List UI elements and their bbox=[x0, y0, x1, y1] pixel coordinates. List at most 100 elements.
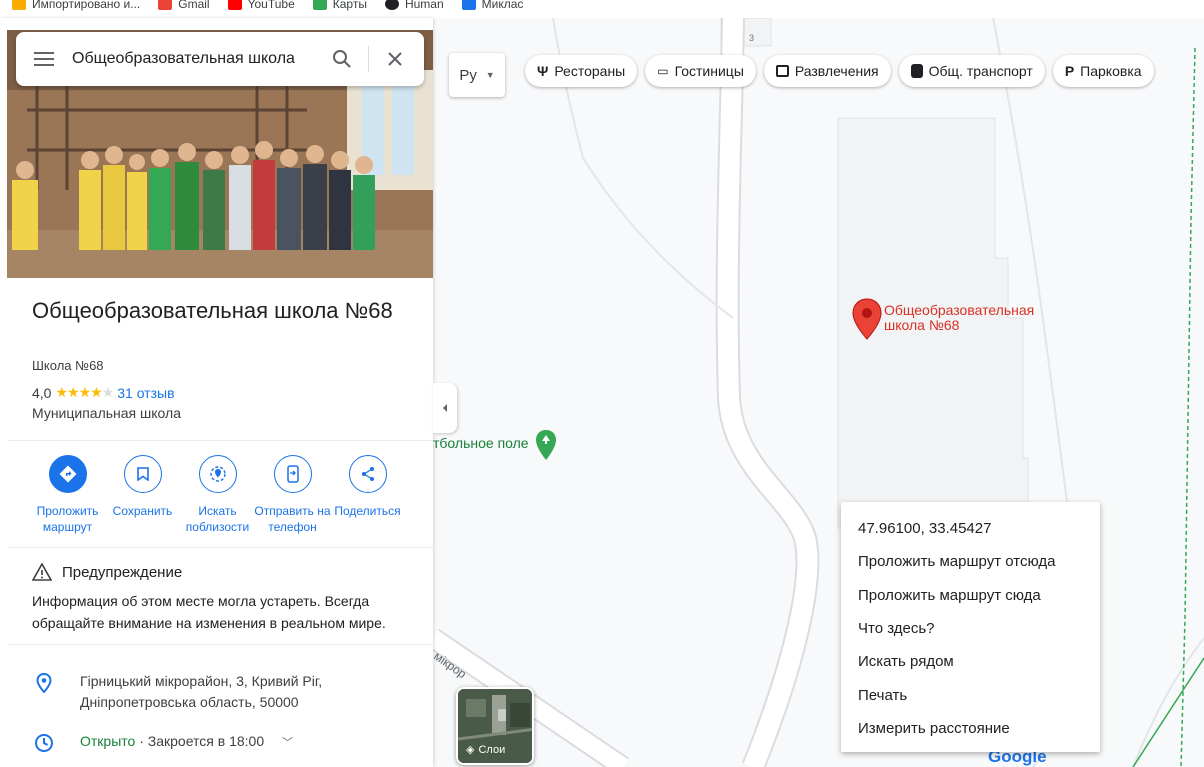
miklas-icon bbox=[461, 0, 476, 10]
layers-label-row: ◈ Слои bbox=[466, 743, 506, 757]
send-to-phone-label: Отправить на телефон bbox=[254, 504, 331, 534]
search-input[interactable] bbox=[72, 44, 322, 74]
clear-search-button[interactable] bbox=[375, 39, 415, 79]
bookmark-icon bbox=[136, 467, 149, 481]
nearby-button[interactable]: Искать поблизости bbox=[180, 455, 255, 535]
directions-button[interactable]: Проложить маршрут bbox=[30, 455, 105, 535]
map-type-label: Ру bbox=[459, 66, 477, 84]
save-button[interactable]: Сохранить bbox=[105, 455, 180, 535]
folder-icon bbox=[12, 0, 26, 10]
context-coords[interactable]: 47.96100, 33.45427 bbox=[841, 512, 1100, 545]
map-category-chips: Ру ▼ Ψ Рестораны ▭ Гостиницы Развлечения О… bbox=[449, 45, 1154, 97]
bookmark-human[interactable]: Human bbox=[384, 0, 444, 13]
place-marker-icon[interactable] bbox=[852, 298, 882, 340]
save-label: Сохранить bbox=[112, 504, 173, 518]
nearby-icon bbox=[209, 466, 226, 482]
bookmarks-bar: Импортировано и... Gmail YouTube Карты H… bbox=[0, 0, 1204, 18]
search-divider bbox=[368, 46, 369, 72]
rating-row: 4,0 ★★★★★ 31 отзыв bbox=[32, 384, 175, 401]
chip-hotels[interactable]: ▭ Гостиницы bbox=[645, 55, 756, 87]
caret-down-icon: ▼ bbox=[485, 70, 495, 80]
rating-value: 4,0 bbox=[32, 384, 52, 401]
send-to-phone-circle bbox=[273, 455, 312, 493]
hours-detail: · Закроется в 18:00 bbox=[135, 733, 265, 749]
hamburger-icon bbox=[34, 52, 54, 66]
chevron-down-icon[interactable]: ﹀ bbox=[282, 737, 293, 749]
warning-title: Предупреждение bbox=[62, 563, 183, 581]
share-button[interactable]: Поделиться bbox=[330, 455, 405, 535]
address-line2: Дніпропетровська область, 50000 bbox=[80, 694, 299, 710]
place-title: Общеобразовательная школа №68 bbox=[32, 298, 393, 323]
search-box bbox=[16, 32, 424, 86]
context-route-from[interactable]: Проложить маршрут отсюда bbox=[841, 545, 1100, 578]
chip-restaurants[interactable]: Ψ Рестораны bbox=[525, 55, 638, 87]
bookmark-maps[interactable]: Карты bbox=[312, 0, 367, 13]
chevron-left-icon bbox=[443, 404, 447, 412]
divider bbox=[8, 440, 433, 441]
collapse-panel-button[interactable] bbox=[433, 383, 457, 433]
hours-status: Открыто bbox=[80, 733, 136, 749]
bookmark-imported[interactable]: Импортировано и... bbox=[12, 0, 140, 13]
context-print[interactable]: Печать bbox=[841, 678, 1100, 711]
chip-entertainment[interactable]: Развлечения bbox=[763, 55, 891, 87]
context-search-nearby[interactable]: Искать рядом bbox=[841, 645, 1100, 678]
clock-icon bbox=[32, 731, 56, 755]
place-category[interactable]: Муниципальная школа bbox=[32, 405, 181, 421]
bookmark-youtube[interactable]: YouTube bbox=[227, 0, 295, 13]
park-marker-icon[interactable] bbox=[535, 429, 557, 461]
address-row[interactable]: Гірницький мікрорайон, 3, Кривий Ріг, Дн… bbox=[32, 671, 322, 713]
transit-icon bbox=[910, 64, 923, 78]
nearby-circle bbox=[198, 455, 237, 493]
bookmark-gmail[interactable]: Gmail bbox=[158, 0, 210, 13]
layers-button[interactable]: ◈ Слои bbox=[456, 687, 534, 765]
map-context-menu: 47.96100, 33.45427 Проложить маршрут отс… bbox=[841, 502, 1100, 752]
hours-row[interactable]: Открыто · Закроется в 18:00 ﹀ bbox=[32, 731, 293, 755]
save-circle bbox=[123, 455, 162, 493]
menu-button[interactable] bbox=[16, 32, 72, 86]
send-to-phone-icon bbox=[286, 465, 299, 483]
youtube-icon bbox=[227, 0, 242, 10]
share-icon bbox=[361, 467, 374, 481]
address-line1: Гірницький мікрорайон, 3, Кривий Ріг, bbox=[80, 673, 323, 689]
location-pin-icon bbox=[32, 671, 56, 695]
hours-text: Открыто · Закроется в 18:00 ﹀ bbox=[80, 731, 293, 754]
context-route-to[interactable]: Проложить маршрут сюда bbox=[841, 579, 1100, 612]
restaurant-icon: Ψ bbox=[537, 63, 549, 79]
place-subtitle: Школа №68 bbox=[32, 358, 104, 373]
warning-icon bbox=[32, 563, 52, 581]
share-label: Поделиться bbox=[334, 504, 401, 518]
directions-icon bbox=[59, 465, 76, 483]
camera-icon bbox=[775, 65, 789, 77]
send-to-phone-button[interactable]: Отправить на телефон bbox=[254, 455, 331, 535]
divider bbox=[8, 547, 433, 548]
directions-label: Проложить маршрут bbox=[36, 504, 99, 534]
share-circle bbox=[348, 455, 387, 493]
warning-text: Информация об этом месте могла устареть.… bbox=[32, 593, 386, 631]
human-icon bbox=[384, 0, 399, 10]
building-number: 3 bbox=[749, 33, 754, 43]
place-panel: Общеобразовательная школа №68 Школа №68 … bbox=[0, 18, 433, 767]
address-text: Гірницький мікрорайон, 3, Кривий Ріг, Дн… bbox=[80, 671, 322, 713]
nearby-label: Искать поблизости bbox=[185, 504, 250, 534]
warning-header: Предупреждение bbox=[32, 563, 182, 581]
action-buttons: Проложить маршрут Сохранить Искать побли… bbox=[30, 455, 405, 535]
maps-icon bbox=[312, 0, 327, 10]
chip-parking[interactable]: P Парковка bbox=[1052, 55, 1154, 87]
layers-icon: ◈ bbox=[466, 744, 475, 756]
hotel-icon: ▭ bbox=[657, 64, 669, 78]
map-type-select[interactable]: Ру ▼ bbox=[449, 53, 505, 97]
star-rating-icon: ★★★★★ bbox=[55, 384, 114, 400]
context-measure[interactable]: Измерить расстояние bbox=[841, 712, 1100, 745]
divider bbox=[8, 644, 433, 645]
reviews-link[interactable]: 31 отзыв bbox=[117, 385, 174, 401]
chip-transit[interactable]: Общ. транспорт bbox=[898, 55, 1045, 87]
directions-circle bbox=[48, 455, 87, 493]
search-button[interactable] bbox=[322, 39, 362, 79]
bookmark-miklas[interactable]: Миклас bbox=[461, 0, 523, 13]
field-label[interactable]: тбольное поле bbox=[433, 435, 529, 451]
parking-icon: P bbox=[1064, 63, 1075, 79]
search-icon bbox=[333, 50, 351, 68]
context-whats-here[interactable]: Что здесь? bbox=[841, 612, 1100, 645]
marker-label[interactable]: Общеобразовательная школа №68 bbox=[884, 303, 1064, 333]
gmail-icon bbox=[158, 0, 173, 10]
